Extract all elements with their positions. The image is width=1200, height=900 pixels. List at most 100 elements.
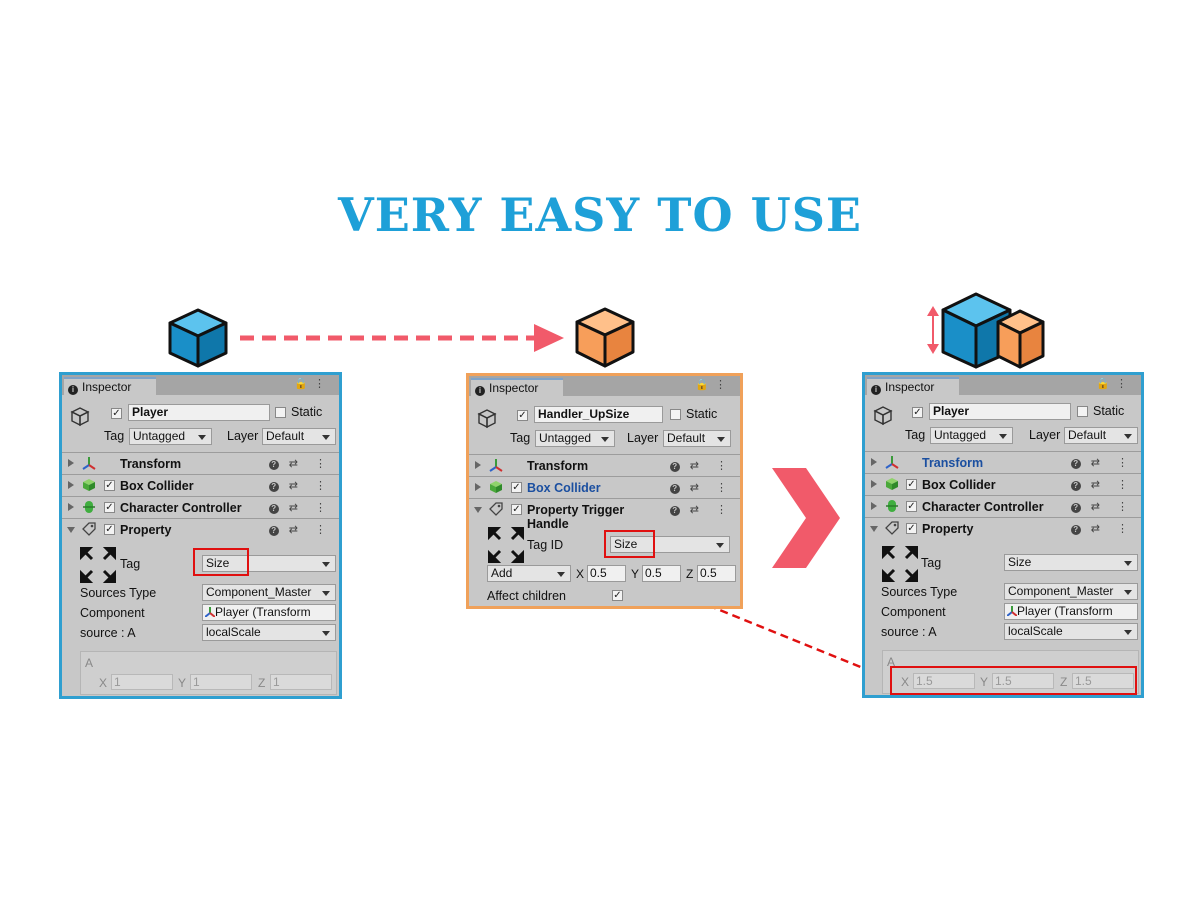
- tab-inspector[interactable]: i Inspector: [64, 377, 156, 395]
- lock-menu-icon[interactable]: 🔒⋮: [294, 377, 331, 390]
- sources-type-dropdown[interactable]: Component_Master: [202, 584, 336, 601]
- component-enabled-checkbox[interactable]: ✓: [511, 482, 522, 493]
- tag-dropdown[interactable]: Untagged: [535, 430, 615, 447]
- tab-inspector[interactable]: i Inspector: [867, 377, 959, 395]
- affect-children-checkbox[interactable]: ✓: [612, 590, 623, 601]
- component-menu-icons[interactable]: ? ⇄ ⋮: [1070, 500, 1135, 513]
- component-enabled-checkbox[interactable]: ✓: [906, 523, 917, 534]
- component-transform[interactable]: Transform ? ⇄ ⋮: [469, 455, 740, 476]
- transform-icon: [1006, 606, 1018, 617]
- expand-arrows-icon: [80, 547, 116, 583]
- component-object-field[interactable]: Player (Transform: [1004, 603, 1138, 620]
- object-name-field[interactable]: Player: [128, 404, 270, 421]
- object-name-field[interactable]: Handler_UpSize: [534, 406, 663, 423]
- component-property-trigger-handler[interactable]: ✓ Property Trigger Handle ? ⇄ ⋮: [469, 499, 740, 531]
- component-menu-icons[interactable]: ? ⇄ ⋮: [268, 479, 333, 492]
- transform-icon: [82, 457, 96, 470]
- tag-dropdown[interactable]: Untagged: [129, 428, 212, 445]
- gameobject-icon: [70, 407, 90, 427]
- component-box-collider[interactable]: ✓ Box Collider ? ⇄ ⋮: [62, 475, 339, 496]
- x-label: X: [576, 567, 585, 581]
- tag-dropdown[interactable]: Untagged: [930, 427, 1013, 444]
- component-menu-icons[interactable]: ? ⇄ ⋮: [1070, 478, 1135, 491]
- component-menu-icons[interactable]: ? ⇄ ⋮: [268, 457, 333, 470]
- component-transform[interactable]: Transform ? ⇄ ⋮: [62, 453, 339, 474]
- component-menu-icons[interactable]: ? ⇄ ⋮: [1070, 456, 1135, 469]
- highlight-box: [890, 666, 1137, 695]
- component-enabled-checkbox[interactable]: ✓: [104, 480, 115, 491]
- resize-vertical-icon: [927, 306, 939, 354]
- character-controller-icon: [886, 500, 898, 512]
- component-box-collider[interactable]: ✓ Box Collider ? ⇄ ⋮: [469, 477, 740, 498]
- sources-type-dropdown[interactable]: Component_Master: [1004, 583, 1138, 600]
- tab-inspector[interactable]: i Inspector: [471, 378, 563, 396]
- x-field[interactable]: 0.5: [587, 565, 626, 582]
- layer-dropdown[interactable]: Default: [262, 428, 336, 445]
- component-box-collider[interactable]: ✓ Box Collider ? ⇄ ⋮: [865, 474, 1141, 495]
- component-character-controller[interactable]: ✓ Character Controller ? ⇄ ⋮: [62, 497, 339, 518]
- component-name: Box Collider: [922, 478, 996, 492]
- object-name-field[interactable]: Player: [929, 403, 1071, 420]
- component-transform[interactable]: Transform ? ⇄ ⋮: [865, 452, 1141, 473]
- source-dropdown[interactable]: localScale: [1004, 623, 1138, 640]
- component-enabled-checkbox[interactable]: ✓: [104, 502, 115, 513]
- highlight-box: [604, 530, 655, 558]
- component-name: Property: [120, 523, 172, 537]
- component-menu-icons[interactable]: ? ⇄ ⋮: [669, 503, 734, 516]
- static-label[interactable]: Static: [291, 405, 322, 419]
- inspector-panel-middle: i Inspector 🔒⋮ ✓ Handler_UpSize Static Ta…: [466, 373, 743, 609]
- static-label[interactable]: Static: [1093, 404, 1124, 418]
- inspector-panel-left: i Inspector 🔒⋮ ✓ Player Static Tag Untagg…: [59, 372, 342, 699]
- component-menu-icons[interactable]: ? ⇄ ⋮: [268, 523, 333, 536]
- source-label: source : A: [881, 625, 937, 639]
- component-object-field[interactable]: Player (Transform: [202, 604, 336, 621]
- component-enabled-checkbox[interactable]: ✓: [104, 524, 115, 535]
- operation-dropdown[interactable]: Add: [487, 565, 571, 582]
- lock-menu-icon[interactable]: 🔒⋮: [695, 378, 732, 391]
- small-orange-cube-icon: [996, 309, 1045, 369]
- component-property[interactable]: ✓ Property ? ⇄ ⋮: [62, 519, 339, 540]
- layer-label: Layer: [627, 431, 659, 445]
- component-enabled-checkbox[interactable]: ✓: [906, 479, 917, 490]
- prop-tag-label: Tag: [921, 556, 942, 570]
- z-field[interactable]: 0.5: [697, 565, 736, 582]
- component-character-controller[interactable]: ✓ Character Controller ? ⇄ ⋮: [865, 496, 1141, 517]
- static-checkbox[interactable]: [670, 409, 681, 420]
- layer-dropdown[interactable]: Default: [663, 430, 731, 447]
- lock-menu-icon[interactable]: 🔒⋮: [1096, 377, 1133, 390]
- source-dropdown[interactable]: localScale: [202, 624, 336, 641]
- y-label: Y: [178, 676, 187, 690]
- x-label: X: [99, 676, 108, 690]
- z-field[interactable]: 1: [270, 674, 332, 690]
- component-enabled-checkbox[interactable]: ✓: [906, 501, 917, 512]
- static-checkbox[interactable]: [275, 407, 286, 418]
- static-label[interactable]: Static: [686, 407, 717, 421]
- y-field[interactable]: 1: [190, 674, 252, 690]
- box-collider-icon: [886, 478, 898, 490]
- active-checkbox[interactable]: ✓: [912, 407, 923, 418]
- active-checkbox[interactable]: ✓: [517, 410, 528, 421]
- x-field[interactable]: 1: [111, 674, 173, 690]
- sources-type-label: Sources Type: [881, 585, 958, 599]
- layer-label: Layer: [1029, 428, 1061, 442]
- component-name: Property Trigger Handle: [527, 503, 625, 531]
- static-checkbox[interactable]: [1077, 406, 1088, 417]
- component-name: Box Collider: [527, 481, 601, 495]
- active-checkbox[interactable]: ✓: [111, 408, 122, 419]
- component-value: Player (Transform: [215, 605, 311, 619]
- component-menu-icons[interactable]: ? ⇄ ⋮: [1070, 522, 1135, 535]
- prop-tag-label: Tag: [120, 557, 141, 571]
- y-label: Y: [631, 567, 640, 581]
- component-menu-icons[interactable]: ? ⇄ ⋮: [669, 481, 734, 494]
- component-menu-icons[interactable]: ? ⇄ ⋮: [268, 501, 333, 514]
- component-name: Property: [922, 522, 974, 536]
- component-menu-icons[interactable]: ? ⇄ ⋮: [669, 459, 734, 472]
- prop-tag-dropdown[interactable]: Size: [1004, 554, 1138, 571]
- highlight-box: [193, 548, 249, 576]
- y-field[interactable]: 0.5: [642, 565, 681, 582]
- component-enabled-checkbox[interactable]: ✓: [511, 504, 522, 515]
- layer-dropdown[interactable]: Default: [1064, 427, 1138, 444]
- info-icon: i: [68, 385, 78, 395]
- component-label: Component: [80, 606, 145, 620]
- component-property[interactable]: ✓ Property ? ⇄ ⋮: [865, 518, 1141, 539]
